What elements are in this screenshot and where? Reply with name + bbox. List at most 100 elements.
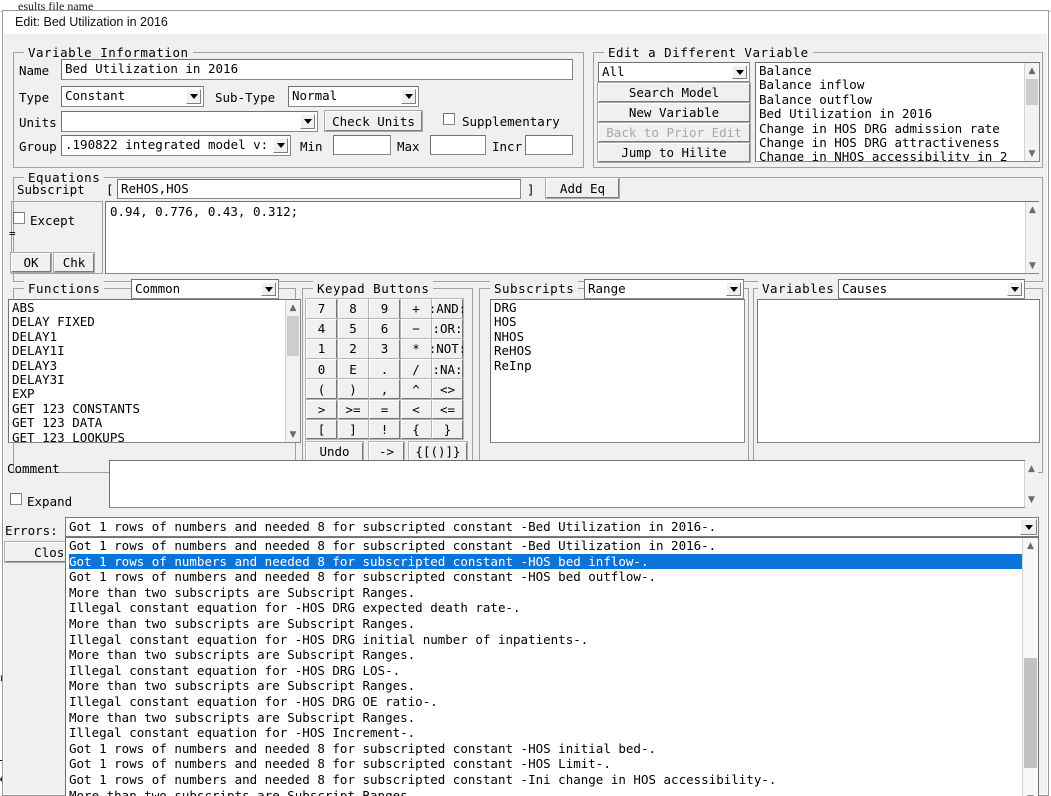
list-item[interactable]: GET 123 CONSTANTS: [12, 402, 285, 416]
functions-filter-select[interactable]: Common: [131, 279, 279, 299]
supplementary-checkbox[interactable]: [443, 113, 455, 125]
new-variable-button[interactable]: New Variable: [597, 102, 751, 123]
chevron-down-icon[interactable]: [726, 282, 741, 296]
list-item[interactable]: Change in HOS DRG attractiveness: [759, 136, 1024, 150]
keypad-key[interactable]: [: [305, 418, 338, 441]
scrollbar-thumb[interactable]: [1026, 79, 1038, 105]
keypad-key[interactable]: >: [305, 398, 338, 420]
keypad-key[interactable]: {: [399, 418, 433, 441]
scrollbar-thumb[interactable]: [287, 316, 299, 356]
subscript-input[interactable]: ReHOS,HOS: [117, 179, 521, 199]
functions-list-scrollbar[interactable]: ▲ ▼: [285, 300, 300, 442]
ok-button[interactable]: OK: [10, 252, 52, 273]
scroll-down-icon[interactable]: ▼: [286, 427, 300, 442]
keypad-key[interactable]: +: [399, 298, 433, 320]
list-item[interactable]: GET 123 LOOKUPS: [12, 431, 285, 442]
keypad-key[interactable]: {[()]}: [408, 440, 468, 463]
variables-filter-select[interactable]: Causes: [838, 279, 1025, 299]
keypad-key[interactable]: <: [399, 398, 433, 420]
error-row[interactable]: Got 1 rows of numbers and needed 8 for s…: [69, 569, 1022, 585]
variable-list-scrollbar[interactable]: ▲ ▼: [1024, 63, 1039, 161]
error-row[interactable]: Illegal constant equation for -HOS DRG i…: [69, 632, 1022, 648]
scroll-up-icon[interactable]: ▲: [286, 300, 300, 315]
errors-dropdown-scrollbar[interactable]: ▲ ▼: [1022, 538, 1038, 796]
error-row[interactable]: More than two subscripts are Subscript R…: [69, 678, 1022, 694]
name-input[interactable]: Bed Utilization in 2016: [61, 59, 573, 80]
variable-filter-select[interactable]: All: [598, 62, 750, 82]
keypad-buttons[interactable]: 7 8 9 +:AND: 4 5 6−:OR: 1 2 3 *:NOT: 0 E. /:NA:(), ^ <>…: [305, 298, 469, 469]
error-row[interactable]: Illegal constant equation for -HOS DRG O…: [69, 694, 1022, 710]
list-item[interactable]: ReInp: [494, 359, 742, 373]
expand-checkbox[interactable]: [10, 493, 22, 505]
scroll-up-icon[interactable]: ▲: [1026, 202, 1039, 217]
keypad-key[interactable]: 5: [336, 318, 370, 340]
keypad-key[interactable]: 1: [305, 338, 338, 360]
scroll-down-icon[interactable]: ▼: [1025, 492, 1038, 507]
keypad-key[interactable]: <=: [431, 398, 464, 420]
min-input[interactable]: [333, 135, 391, 155]
errors-select[interactable]: Got 1 rows of numbers and needed 8 for s…: [65, 517, 1039, 537]
keypad-key[interactable]: /: [399, 358, 433, 380]
list-item[interactable]: DELAY3I: [12, 373, 285, 387]
scroll-up-icon[interactable]: ▲: [1025, 63, 1039, 78]
subscripts-list-items[interactable]: DRG HOS NHOS ReHOS ReInp: [491, 300, 742, 442]
error-row[interactable]: Got 1 rows of numbers and needed 8 for s…: [69, 538, 1022, 554]
list-item[interactable]: DELAY FIXED: [12, 315, 285, 329]
keypad-key[interactable]: 4: [305, 318, 338, 340]
chevron-down-icon[interactable]: [186, 89, 201, 104]
keypad-key[interactable]: ,: [368, 378, 401, 400]
chevron-down-icon[interactable]: [273, 138, 288, 153]
keypad-key[interactable]: :OR:: [431, 318, 464, 340]
subtype-select[interactable]: Normal: [288, 86, 419, 107]
list-item[interactable]: ABS: [12, 301, 285, 315]
list-item[interactable]: HOS: [494, 315, 742, 329]
chevron-down-icon[interactable]: [1007, 282, 1022, 296]
keypad-key[interactable]: 7: [305, 298, 338, 320]
keypad-key[interactable]: 8: [336, 298, 370, 320]
max-input[interactable]: [430, 135, 486, 155]
scroll-down-icon[interactable]: ▼: [1023, 791, 1038, 796]
list-item[interactable]: DELAY1: [12, 330, 285, 344]
error-row[interactable]: Got 1 rows of numbers and needed 8 for s…: [69, 553, 1022, 570]
keypad-key[interactable]: :NA:: [431, 358, 464, 380]
keypad-key[interactable]: 9: [368, 298, 401, 320]
error-row[interactable]: Illegal constant equation for -HOS Incre…: [69, 725, 1022, 741]
error-row[interactable]: More than two subscripts are Subscript R…: [69, 788, 1022, 796]
check-units-button[interactable]: Check Units: [324, 110, 423, 132]
equation-editor[interactable]: 0.94, 0.776, 0.43, 0.312;: [105, 201, 1039, 274]
list-item[interactable]: Balance: [759, 64, 1024, 78]
variable-list-items[interactable]: Balance Balance inflow Balance outflow Bed …: [756, 63, 1024, 161]
keypad-key[interactable]: <>: [431, 378, 464, 400]
list-item[interactable]: GET 123 DATA: [12, 416, 285, 430]
keypad-key[interactable]: *: [399, 338, 433, 360]
chk-button[interactable]: Chk: [53, 252, 95, 273]
keypad-key[interactable]: 3: [368, 338, 401, 360]
jump-to-hilite-button[interactable]: Jump to Hilite: [597, 142, 751, 163]
incr-input[interactable]: [525, 135, 573, 155]
search-model-button[interactable]: Search Model: [597, 82, 751, 103]
keypad-key[interactable]: .: [368, 358, 401, 380]
error-row[interactable]: Got 1 rows of numbers and needed 8 for s…: [69, 756, 1022, 772]
group-select[interactable]: .190822 integrated model v:: [61, 135, 291, 156]
units-select[interactable]: [61, 111, 318, 132]
error-row[interactable]: More than two subscripts are Subscript R…: [69, 585, 1022, 601]
type-select[interactable]: Constant: [61, 86, 204, 107]
list-item[interactable]: NHOS: [494, 330, 742, 344]
list-item[interactable]: DELAY1I: [12, 344, 285, 358]
keypad-key[interactable]: ): [336, 378, 370, 400]
scroll-up-icon[interactable]: ▲: [1023, 538, 1038, 553]
list-item[interactable]: EXP: [12, 387, 285, 401]
scroll-down-icon[interactable]: ▼: [1026, 258, 1039, 273]
keypad-key[interactable]: 0: [305, 358, 338, 380]
keypad-key[interactable]: !: [368, 418, 401, 441]
equation-editor-scrollbar[interactable]: ▲ ▼: [1025, 202, 1039, 273]
keypad-key[interactable]: −: [399, 318, 433, 340]
keypad-key[interactable]: =: [368, 398, 401, 420]
list-item[interactable]: ReHOS: [494, 344, 742, 358]
subscripts-filter-select[interactable]: Range: [584, 279, 744, 299]
error-row[interactable]: More than two subscripts are Subscript R…: [69, 647, 1022, 663]
keypad-key[interactable]: :NOT:: [429, 338, 466, 360]
chevron-down-icon[interactable]: [1020, 519, 1037, 535]
functions-list-items[interactable]: ABS DELAY FIXED DELAY1 DELAY1I DELAY3 DELAY3I…: [9, 300, 285, 442]
error-row[interactable]: Illegal constant equation for -HOS DRG L…: [69, 663, 1022, 679]
